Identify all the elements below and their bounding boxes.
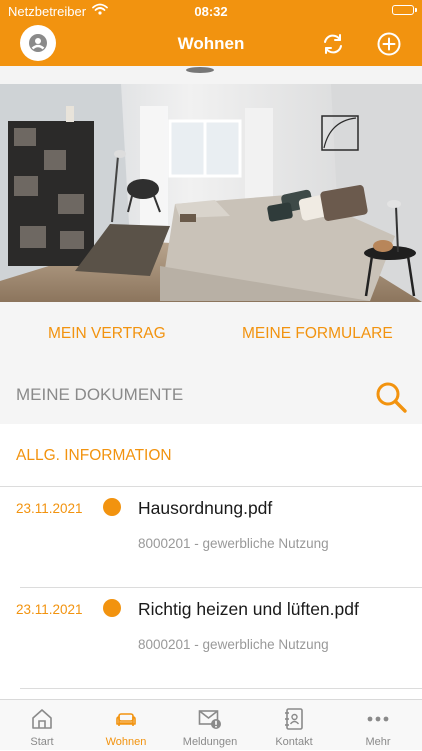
divider [20, 587, 422, 588]
unread-indicator [103, 498, 121, 516]
document-name: Hausordnung.pdf [138, 498, 273, 518]
document-subtitle: 8000201 - gewerbliche Nutzung [138, 637, 329, 652]
add-button[interactable] [376, 31, 402, 57]
tab-mehr[interactable]: Mehr [336, 700, 420, 751]
unread-indicator [103, 599, 121, 617]
page-title: Wohnen [177, 34, 245, 53]
tab-label: Wohnen [105, 736, 147, 748]
documents-search-label: MEINE DOKUMENTE [16, 385, 184, 404]
tab-kontakt[interactable]: Kontakt [252, 700, 336, 751]
search-icon[interactable] [374, 380, 408, 414]
clock: 08:32 [194, 4, 228, 19]
tab-label: Meldungen [182, 736, 238, 748]
refresh-button[interactable] [320, 31, 346, 57]
document-row[interactable]: 23.11.2021 Hausordnung.pdf 8000201 - gew… [0, 488, 422, 588]
tab-start[interactable]: Start [0, 700, 84, 751]
tab-label: Start [30, 736, 54, 748]
tab-label: Kontakt [275, 736, 313, 748]
divider [20, 688, 422, 689]
battery-icon [392, 5, 417, 15]
sofa-icon [116, 713, 136, 726]
document-date: 23.11.2021 [16, 602, 83, 617]
documents-search-row[interactable]: MEINE DOKUMENTE [0, 364, 422, 424]
document-subtitle: 8000201 - gewerbliche Nutzung [138, 536, 329, 551]
mail-alert-icon [198, 710, 221, 729]
tab-label: Mehr [365, 736, 391, 748]
my-forms-link[interactable]: MEINE FORMULARE [242, 325, 393, 343]
section-title: ALLG. INFORMATION [16, 447, 172, 464]
document-row[interactable]: 23.11.2021 Richtig heizen und lüften.pdf… [0, 589, 422, 689]
divider [0, 486, 422, 487]
document-date: 23.11.2021 [16, 501, 83, 516]
status-bar: Netzbetreiber 08:32 [0, 0, 422, 22]
contact-book-icon [285, 708, 303, 730]
apartment-photo [0, 66, 422, 302]
tab-bar: Start Wohnen Meldungen Kontakt Mehr [0, 699, 422, 750]
tab-wohnen[interactable]: Wohnen [84, 700, 168, 751]
tab-meldungen[interactable]: Meldungen [168, 700, 252, 751]
home-icon [32, 709, 52, 729]
segment-links: MEIN VERTRAG MEINE FORMULARE [0, 302, 422, 364]
add-circle-icon [377, 32, 401, 56]
section-header: ALLG. INFORMATION [0, 424, 422, 486]
more-dots-icon [367, 716, 389, 722]
my-contract-link[interactable]: MEIN VERTRAG [48, 325, 166, 343]
refresh-icon [324, 34, 342, 54]
nav-bar: Wohnen [0, 22, 422, 66]
document-name: Richtig heizen und lüften.pdf [138, 599, 359, 619]
